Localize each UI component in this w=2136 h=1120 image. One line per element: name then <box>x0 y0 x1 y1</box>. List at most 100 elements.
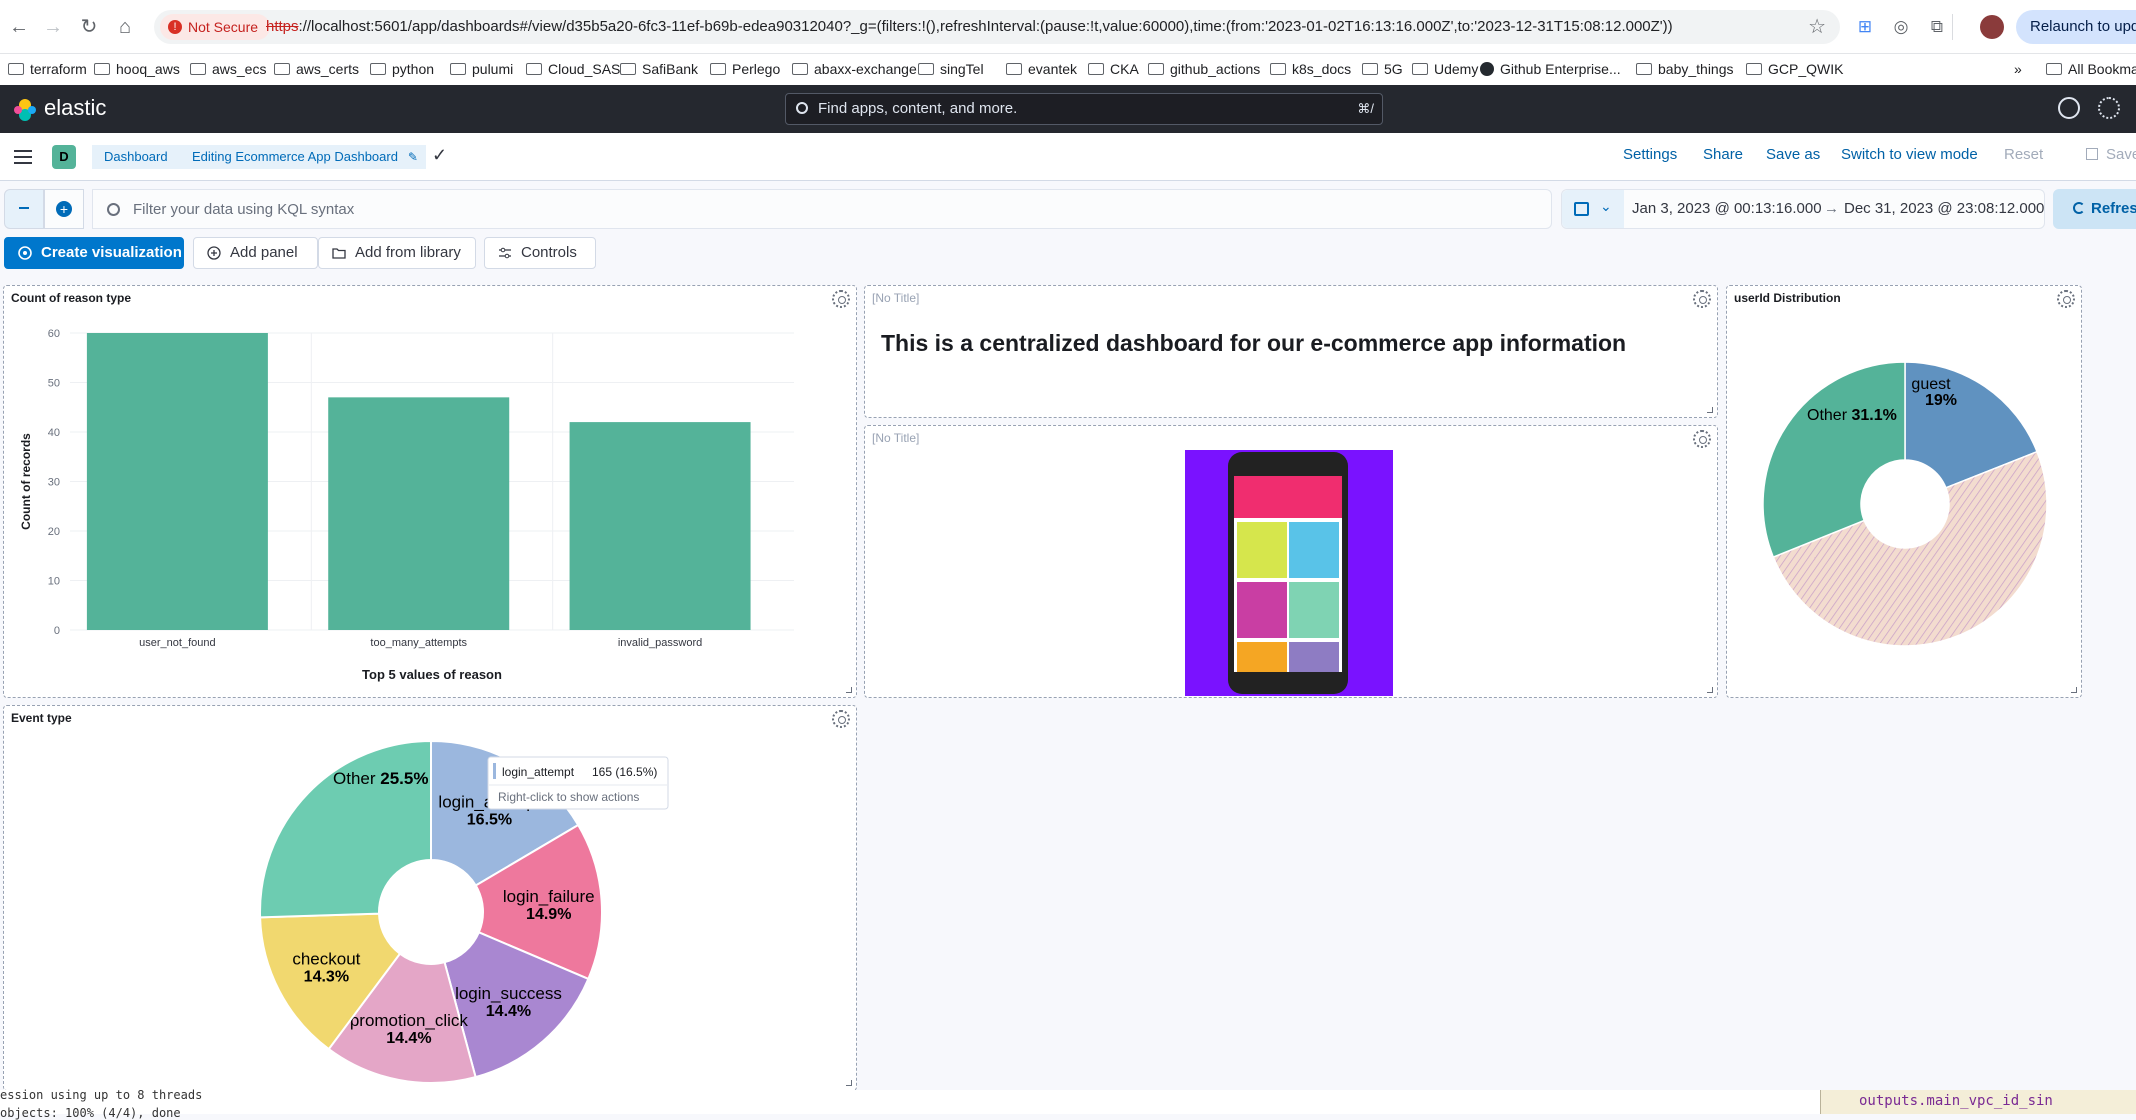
product-tile <box>1237 582 1287 638</box>
kql-search[interactable] <box>92 189 1552 229</box>
bookmark-item[interactable]: singTel <box>918 54 984 86</box>
filter-icon <box>19 207 29 209</box>
kql-input[interactable] <box>133 190 1533 228</box>
bookmark-label: Github Enterprise... <box>1500 61 1621 77</box>
user-menu-icon[interactable] <box>2098 97 2120 119</box>
panel-image[interactable]: [No Title] <box>864 425 1718 698</box>
folder-icon <box>1412 63 1428 75</box>
bookmark-item[interactable]: python <box>370 54 434 86</box>
puzzle-icon[interactable]: ⧉ <box>1924 14 1950 40</box>
reset-link[interactable]: Reset <box>2004 146 2043 163</box>
x-tick-label: too_many_attempts <box>370 637 467 649</box>
elastic-logo-icon[interactable] <box>12 97 38 123</box>
save-as-link[interactable]: Save as <box>1766 146 1820 163</box>
bookmark-item[interactable]: Udemy <box>1412 54 1478 86</box>
reload-icon[interactable]: ↻ <box>76 14 102 40</box>
address-bar[interactable]: ! Not Secure https://localhost:5601/app/… <box>154 10 1840 44</box>
bookmark-item[interactable]: Github Enterprise... <box>1480 54 1621 86</box>
add-panel-button[interactable]: Add panel <box>193 237 318 269</box>
extension-icon[interactable]: ◎ <box>1888 14 1914 40</box>
bookmark-item[interactable]: aws_ecs <box>190 54 266 86</box>
resize-handle-icon[interactable] <box>1707 687 1713 693</box>
slice-percent: 25.5% <box>380 769 428 788</box>
markdown-text: This is a centralized dashboard for our … <box>881 330 1627 356</box>
bookmark-item[interactable]: terraform <box>8 54 87 86</box>
bookmark-item[interactable]: hooq_aws <box>94 54 180 86</box>
more-bookmarks-icon[interactable]: » <box>2014 54 2022 86</box>
resize-handle-icon[interactable] <box>1707 407 1713 413</box>
space-avatar[interactable]: D <box>52 145 76 169</box>
bookmark-item[interactable]: aws_certs <box>274 54 359 86</box>
slice-label: promotion_click <box>350 1011 469 1030</box>
bookmark-label: Perlego <box>732 61 781 77</box>
menu-icon[interactable] <box>14 150 32 164</box>
translate-icon[interactable]: ⊞ <box>1852 14 1878 40</box>
kibana-header: elastic Find apps, content, and more. ⌘/ <box>0 85 2136 133</box>
home-icon[interactable]: ⌂ <box>112 14 138 40</box>
filter-menu-button[interactable] <box>4 189 44 229</box>
search-icon <box>107 203 120 216</box>
add-filter-button[interactable]: + <box>44 189 84 229</box>
security-chip[interactable]: ! Not Secure <box>160 14 271 40</box>
resize-handle-icon[interactable] <box>2071 687 2077 693</box>
create-visualization-button[interactable]: Create visualization <box>4 237 184 269</box>
relaunch-button[interactable]: Relaunch to update <box>2016 10 2136 44</box>
slice-percent: 14.3% <box>304 969 349 986</box>
global-search-input[interactable]: Find apps, content, and more. ⌘/ <box>785 93 1383 125</box>
bookmark-item[interactable]: evantek <box>1006 54 1077 86</box>
phone-app-bar <box>1234 476 1342 518</box>
bookmark-item[interactable]: k8s_docs <box>1270 54 1351 86</box>
panel-reason-bar-chart[interactable]: Count of reason type 0 10 20 30 40 50 60 user_n… <box>3 285 857 698</box>
bar-chart: 0 10 20 30 40 50 60 user_not_found too_many_atte… <box>19 328 794 682</box>
bookmark-item[interactable]: baby_things <box>1636 54 1734 86</box>
confirm-check-icon[interactable]: ✓ <box>432 145 447 166</box>
terminal-line: objects: 100% (4/4), done <box>0 1106 181 1120</box>
breadcrumb-dashboard[interactable]: Dashboard <box>92 145 180 169</box>
panel-gear-icon[interactable] <box>1693 290 1711 308</box>
bookmark-item[interactable]: 5G <box>1362 54 1403 86</box>
bookmark-item[interactable]: CKA <box>1088 54 1139 86</box>
controls-label: Controls <box>521 244 577 261</box>
resize-handle-icon[interactable] <box>846 1080 852 1086</box>
bookmark-item[interactable]: GCP_QWIK <box>1746 54 1843 86</box>
date-end[interactable]: Dec 31, 2023 @ 23:08:12.000 <box>1844 190 2044 228</box>
panel-markdown[interactable]: [No Title] This is a centralized dashboa… <box>864 285 1718 418</box>
back-icon[interactable]: ← <box>6 14 32 40</box>
y-tick-label: 60 <box>48 328 60 340</box>
bookmark-item[interactable]: Cloud_SAS <box>526 54 620 86</box>
panel-event-type[interactable]: Event type login_attempt16.5%login_failu… <box>3 705 857 1091</box>
pencil-icon[interactable]: ✎ <box>408 145 418 169</box>
bookmark-item[interactable]: abaxx-exchange <box>792 54 917 86</box>
forward-icon[interactable]: → <box>40 14 66 40</box>
switch-view-mode-link[interactable]: Switch to view mode <box>1841 146 1978 163</box>
product-tile <box>1237 522 1287 578</box>
elastic-brand[interactable]: elastic <box>44 95 106 121</box>
profile-avatar[interactable] <box>1980 15 2004 39</box>
panel-gear-icon[interactable] <box>1693 430 1711 448</box>
date-picker[interactable]: ⌄ Jan 3, 2023 @ 00:13:16.000 → Dec 31, 2… <box>1561 189 2045 229</box>
bookmark-item[interactable]: Perlego <box>710 54 780 86</box>
breadcrumb-current[interactable]: Editing Ecommerce App Dashboard ✎ <box>180 145 426 169</box>
controls-button[interactable]: Controls <box>484 237 596 269</box>
panel-title: [No Title] <box>872 431 920 445</box>
resize-handle-icon[interactable] <box>846 687 852 693</box>
settings-link[interactable]: Settings <box>1623 146 1677 163</box>
all-bookmarks[interactable]: All Bookmarks <box>2046 54 2136 86</box>
add-from-library-button[interactable]: Add from library <box>318 237 476 269</box>
bookmark-label: aws_ecs <box>212 61 267 77</box>
share-link[interactable]: Share <box>1703 146 1743 163</box>
bookmark-item[interactable]: github_actions <box>1148 54 1260 86</box>
pie-slice <box>1762 361 1906 559</box>
panel-userid-distribution[interactable]: userId Distribution guest 19% Other 31.1% <box>1726 285 2082 698</box>
divider <box>1952 14 1960 40</box>
slice-label: login_success <box>455 984 562 1003</box>
help-icon[interactable] <box>2058 97 2080 119</box>
bookmark-item[interactable]: SafiBank <box>620 54 698 86</box>
date-start[interactable]: Jan 3, 2023 @ 00:13:16.000 <box>1632 190 1822 228</box>
save-button[interactable]: Save <box>2086 146 2136 163</box>
bookmark-item[interactable]: pulumi <box>450 54 513 86</box>
quick-select-button[interactable]: ⌄ <box>1562 190 1624 228</box>
bookmark-star-icon[interactable]: ☆ <box>1808 14 1826 39</box>
url-text[interactable]: https://localhost:5601/app/dashboards#/v… <box>266 10 1786 44</box>
refresh-button[interactable]: Refresh <box>2053 189 2136 229</box>
